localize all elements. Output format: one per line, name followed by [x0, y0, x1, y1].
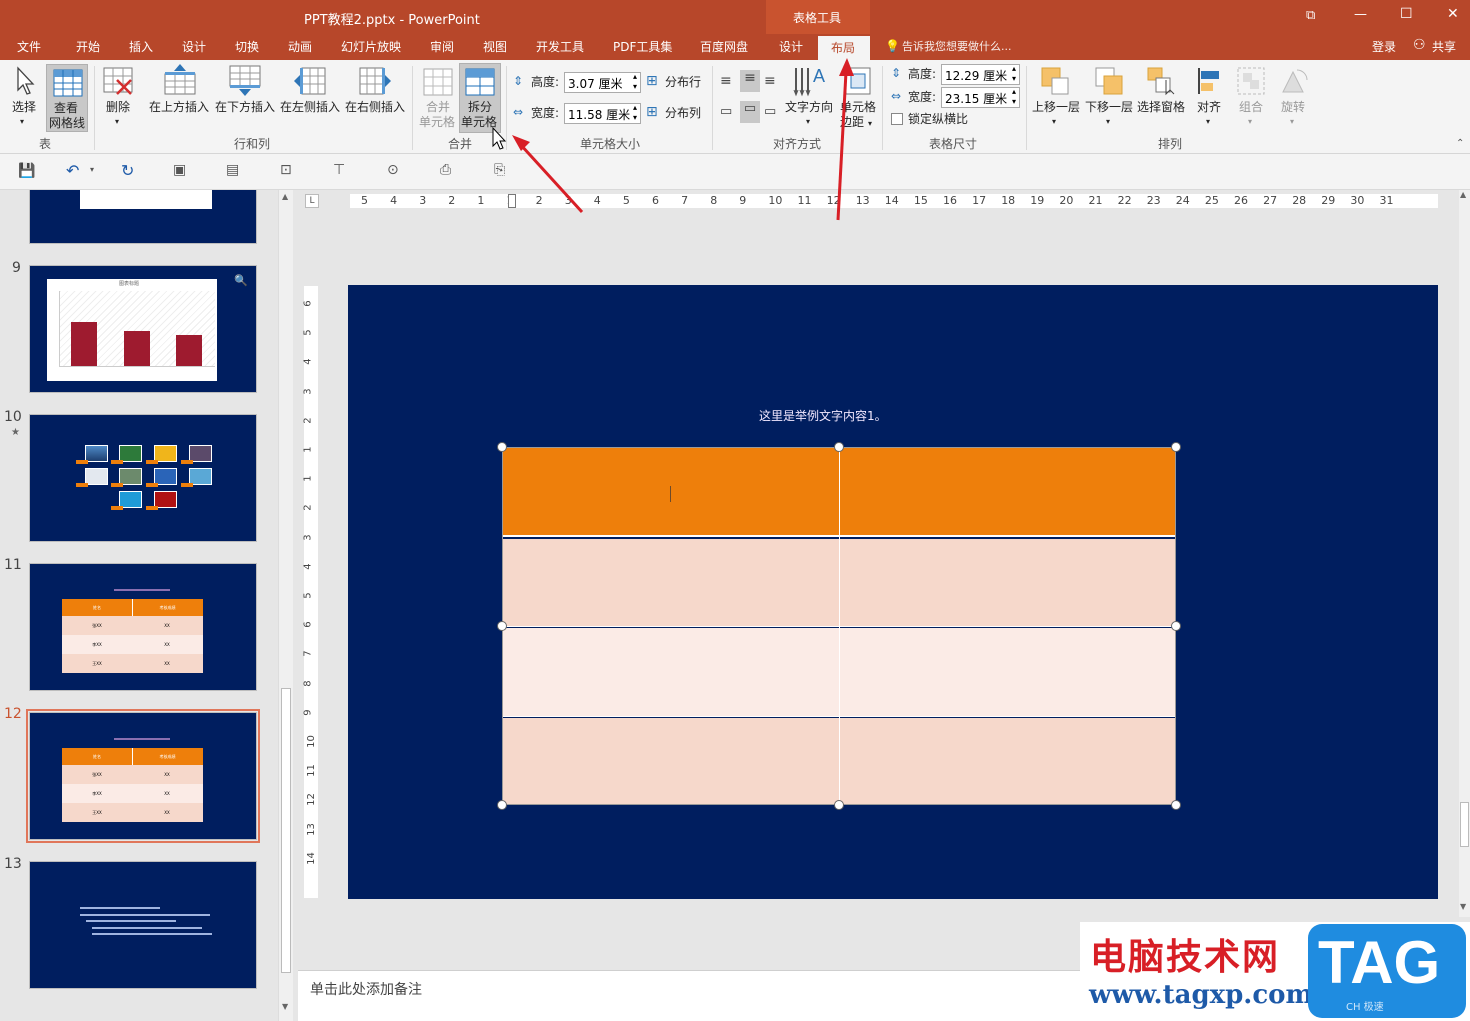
mouse-pointer-icon: [492, 126, 507, 150]
annotation-arrows: [492, 58, 854, 221]
red-arrow-to-layout-tab: [836, 58, 854, 221]
red-arrow-to-split-cells: [512, 135, 584, 214]
powerpoint-window: PPT教程2.pptx - PowerPoint 表格工具 ⧉ — ☐ ✕ 文件…: [0, 0, 1470, 1021]
